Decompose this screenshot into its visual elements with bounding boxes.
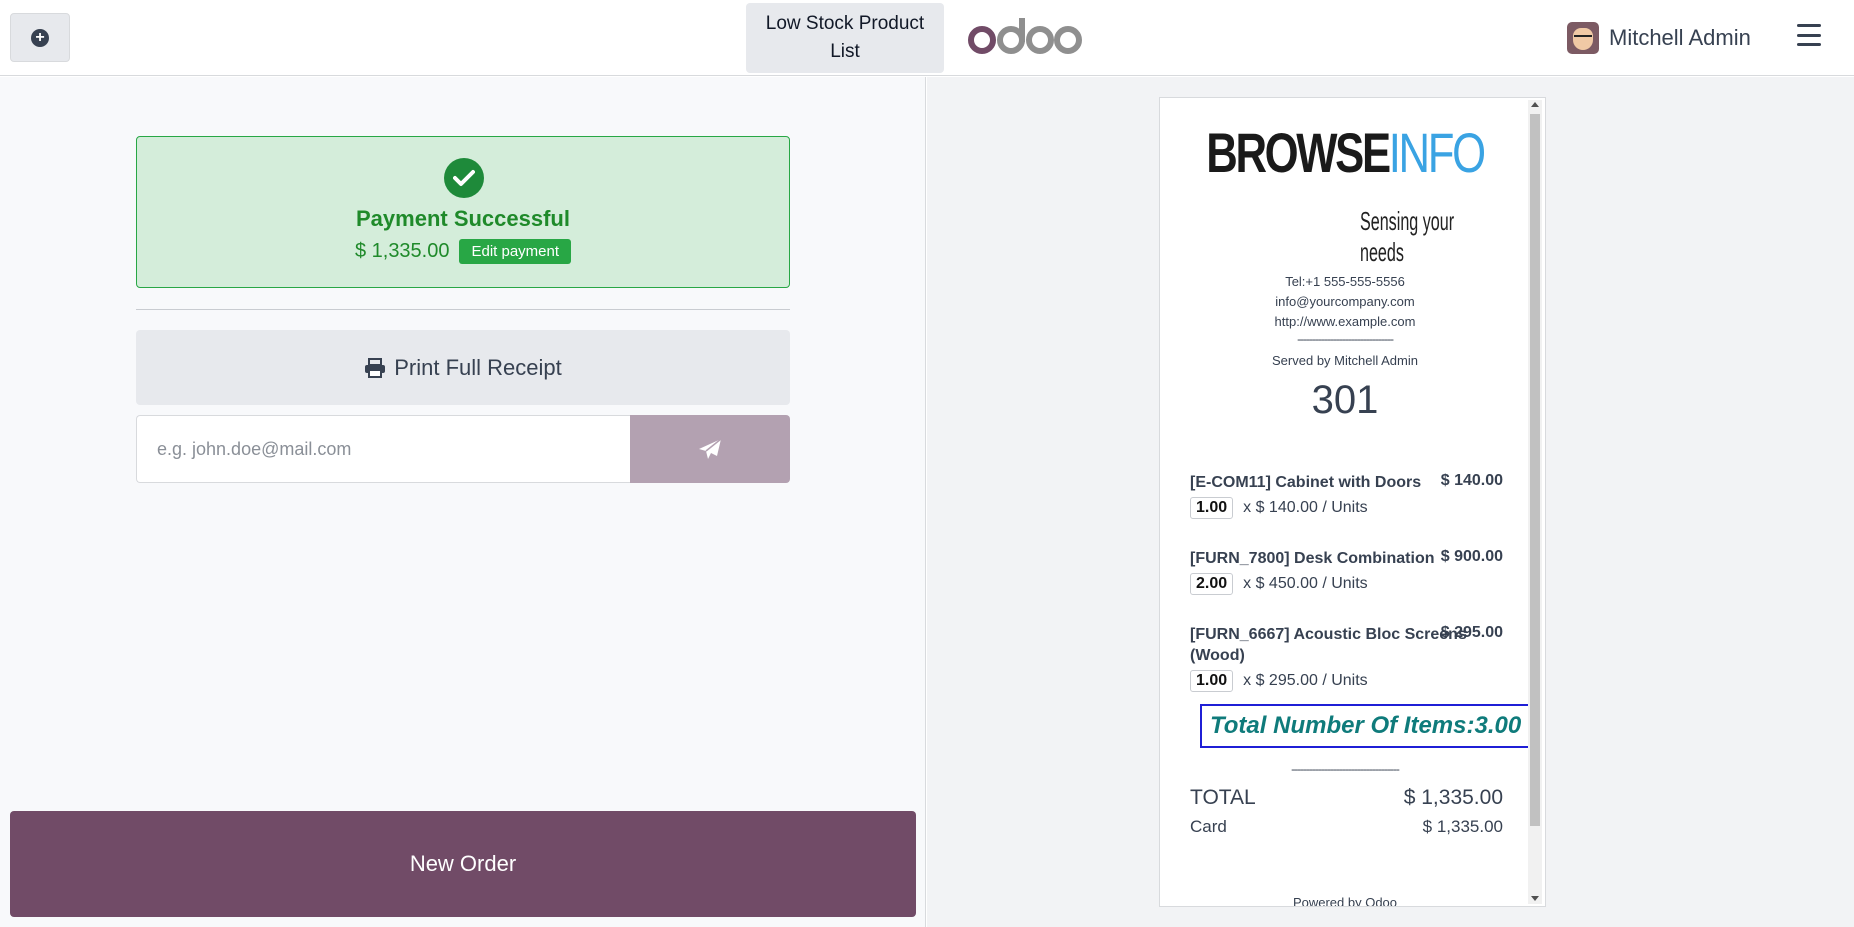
user-menu[interactable]: Mitchell Admin xyxy=(1567,22,1751,54)
served-by: Served by Mitchell Admin xyxy=(1272,353,1418,368)
separator: -------------------------------- xyxy=(1297,332,1394,346)
email-input[interactable] xyxy=(136,415,630,483)
odoo-logo xyxy=(968,18,1082,54)
company-email: info@yourcompany.com xyxy=(1275,294,1415,309)
order-number: 301 xyxy=(1311,378,1379,422)
check-circle-icon xyxy=(444,158,484,198)
scroll-down-icon[interactable] xyxy=(1531,896,1539,901)
item-price: $ 140.00 xyxy=(1440,472,1503,489)
new-order-button[interactable]: New Order xyxy=(10,811,916,917)
item-qty: 2.00 xyxy=(1190,573,1234,595)
item-unit-price: x $ 140.00 / Units xyxy=(1243,499,1368,516)
payment-panel: Payment Successful $ 1,335.00 Edit payme… xyxy=(0,77,926,927)
top-bar: + Low Stock Product List Mitchell Admin xyxy=(0,0,1854,76)
paper-plane-icon xyxy=(699,438,722,459)
company-phone: Tel:+1 555-555-5556 xyxy=(1285,274,1405,289)
item-qty-row: 1.00 x $ 140.00 / Units xyxy=(1190,497,1368,519)
amount-row: $ 1,335.00 Edit payment xyxy=(137,239,789,264)
printer-icon xyxy=(365,357,386,378)
avatar xyxy=(1567,22,1599,54)
item-price: $ 295.00 xyxy=(1440,624,1503,641)
payment-amount: $ 1,335.00 xyxy=(354,240,450,262)
item-price: $ 900.00 xyxy=(1440,548,1503,565)
print-label: Print Full Receipt xyxy=(394,354,562,380)
company-website: http://www.example.com xyxy=(1274,314,1416,329)
item-qty: 1.00 xyxy=(1190,497,1234,519)
edit-payment-button[interactable]: Edit payment xyxy=(459,239,572,264)
company-logo: BROWSEINFO xyxy=(1206,121,1486,184)
separator: ------------------------------------ xyxy=(1291,762,1400,776)
card-value: $ 1,335.00 xyxy=(1422,817,1503,836)
item-qty-row: 2.00 x $ 450.00 / Units xyxy=(1190,573,1368,595)
card-label: Card xyxy=(1190,817,1227,836)
receipt: BROWSEINFO Sensing your needs Tel:+1 555… xyxy=(1159,97,1546,907)
send-email-button[interactable] xyxy=(630,415,790,483)
item-unit-price: x $ 295.00 / Units xyxy=(1243,672,1368,689)
divider xyxy=(136,309,790,310)
total-items: Total Number Of Items:3.00 xyxy=(1210,712,1522,739)
low-stock-product-list-button[interactable]: Low Stock Product List xyxy=(746,3,944,73)
total-value: $ 1,335.00 xyxy=(1403,786,1503,809)
email-receipt-row xyxy=(136,415,790,483)
powered-by: Powered by Odoo xyxy=(1292,895,1398,907)
total-label: TOTAL xyxy=(1190,786,1256,809)
company-tagline: Sensing your needs xyxy=(1360,206,1455,267)
scroll-thumb[interactable] xyxy=(1530,114,1540,826)
print-full-receipt-button[interactable]: Print Full Receipt xyxy=(136,330,790,405)
receipt-panel: BROWSEINFO Sensing your needs Tel:+1 555… xyxy=(927,77,1854,927)
item-qty-row: 1.00 x $ 295.00 / Units xyxy=(1190,670,1368,692)
item-name: [FURN_6667] Acoustic Bloc Screens (Wood) xyxy=(1190,626,1467,664)
hamburger-icon[interactable] xyxy=(1797,24,1821,46)
new-order-plus-button[interactable]: + xyxy=(10,13,70,62)
total-items-box: Total Number Of Items:3.00 xyxy=(1200,704,1536,748)
item-unit-price: x $ 450.00 / Units xyxy=(1243,575,1368,592)
receipt-scrollbar[interactable] xyxy=(1528,100,1542,904)
item-qty: 1.00 xyxy=(1190,670,1234,692)
plus-circle-icon: + xyxy=(31,28,49,47)
user-name: Mitchell Admin xyxy=(1609,25,1751,50)
payment-success-card: Payment Successful $ 1,335.00 Edit payme… xyxy=(136,136,790,288)
payment-status: Payment Successful xyxy=(356,206,570,231)
scroll-up-icon[interactable] xyxy=(1531,102,1539,107)
